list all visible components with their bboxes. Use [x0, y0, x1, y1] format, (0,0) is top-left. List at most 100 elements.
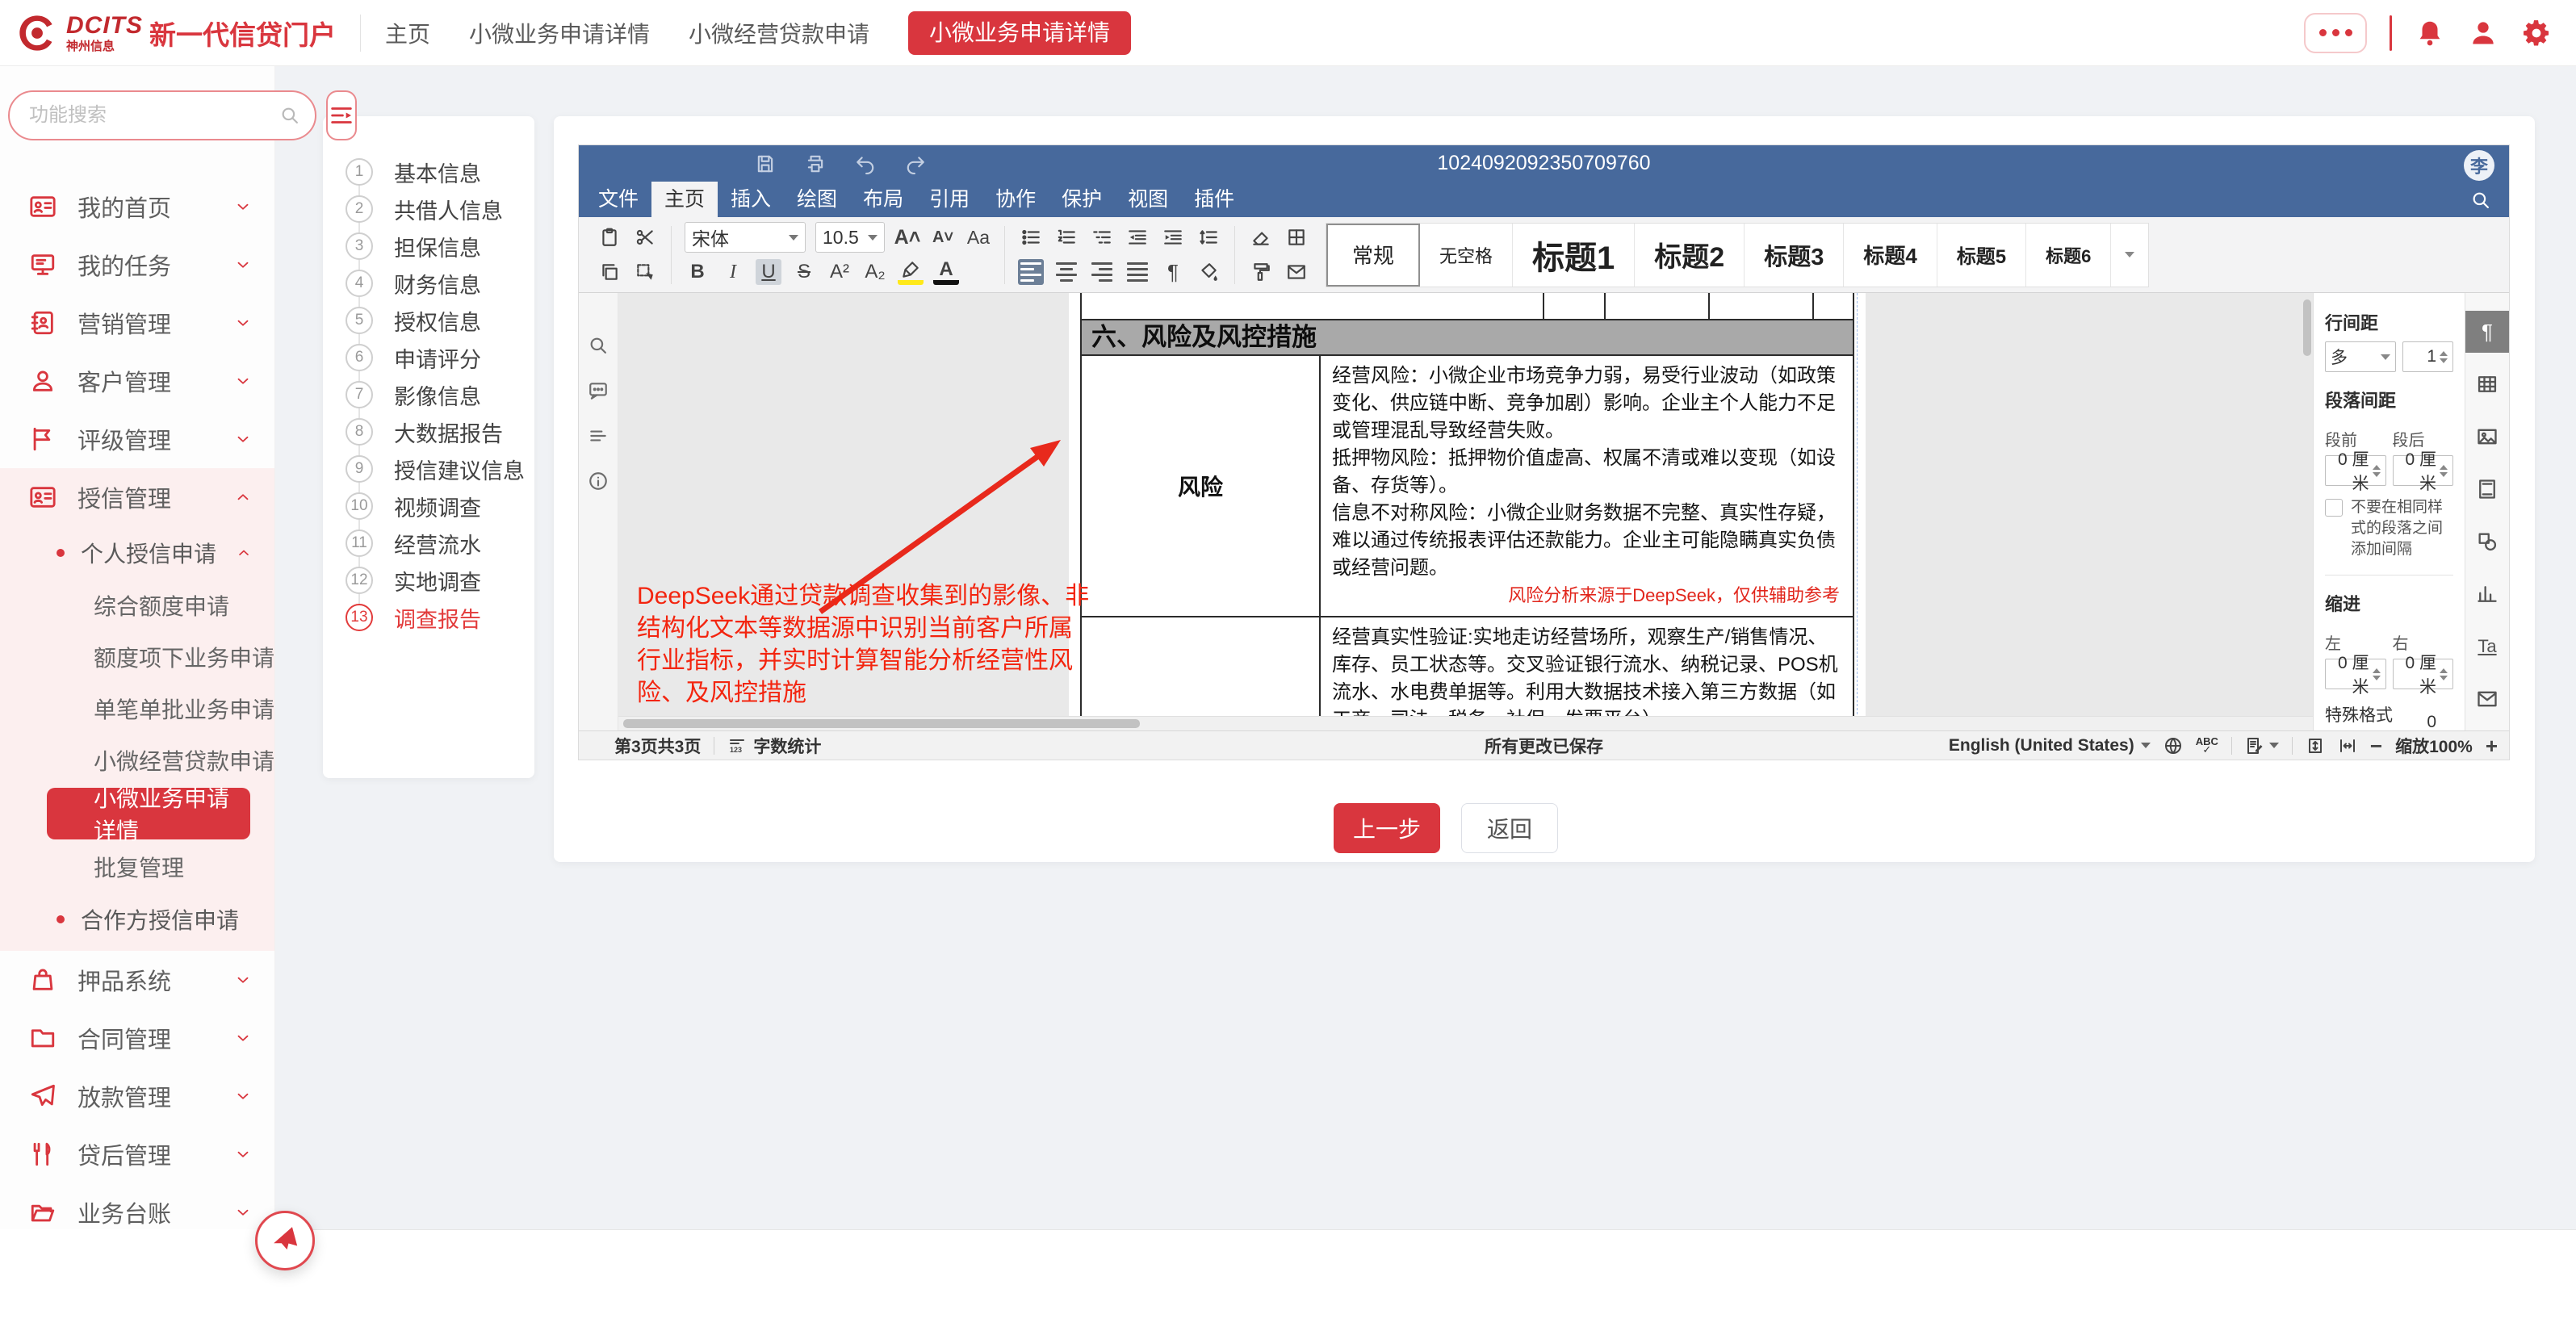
step-item-1[interactable]: 1基本信息 — [323, 153, 534, 190]
style-tile-无空格[interactable]: 无空格 — [1420, 224, 1513, 287]
underline-icon[interactable]: U — [756, 259, 781, 285]
sidebar-item[interactable]: 评级管理 — [0, 410, 274, 468]
indent-left-stepper[interactable]: 0 厘米 — [2325, 659, 2386, 689]
font-name-select[interactable]: 宋体 — [685, 222, 806, 253]
bullet-list-icon[interactable] — [1018, 224, 1044, 250]
user-icon[interactable] — [2468, 18, 2499, 48]
step-item-5[interactable]: 5授权信息 — [323, 302, 534, 339]
align-center-icon[interactable] — [1053, 259, 1079, 285]
multilevel-list-icon[interactable] — [1089, 224, 1115, 250]
headerfooter-panel-button[interactable] — [2465, 468, 2509, 510]
sidebar-leaf-item[interactable]: 批复管理 — [0, 841, 274, 893]
zoom-out-button[interactable]: − — [2370, 735, 2382, 756]
top-tab-2[interactable]: 小微业务申请详情 — [469, 17, 650, 49]
style-tile-标题5[interactable]: 标题5 — [1937, 224, 2026, 287]
style-gallery-expand[interactable] — [2111, 224, 2148, 287]
save-button[interactable] — [755, 153, 776, 174]
align-left-icon[interactable] — [1018, 259, 1044, 285]
highlight-color-icon[interactable] — [898, 259, 924, 285]
top-tab-4[interactable]: 小微业务申请详情 — [908, 11, 1131, 55]
sidebar-item[interactable]: 我的任务 — [0, 236, 274, 294]
step-item-13[interactable]: 13调查报告 — [323, 599, 534, 636]
step-item-9[interactable]: 9授信建议信息 — [323, 450, 534, 488]
italic-icon[interactable]: I — [720, 259, 746, 285]
word-count-button[interactable]: 123 字数统计 — [727, 734, 821, 758]
sidebar-leaf-item-active[interactable]: 小微业务申请详情 — [47, 788, 250, 839]
editor-tab-文件[interactable]: 文件 — [585, 182, 651, 217]
textart-panel-button[interactable]: Ta — [2465, 626, 2509, 668]
editor-tab-主页[interactable]: 主页 — [651, 182, 718, 217]
zoom-level[interactable]: 缩放100% — [2395, 734, 2473, 758]
change-case-icon[interactable]: Aa — [965, 224, 991, 250]
redo-button[interactable] — [905, 153, 926, 174]
sidebar-subitem[interactable]: 合作方授信申请 — [0, 893, 274, 946]
line-spacing-icon[interactable] — [1196, 224, 1221, 250]
superscript-icon[interactable]: A² — [827, 259, 852, 285]
line-spacing-select[interactable]: 多 — [2325, 341, 2396, 372]
editor-tab-布局[interactable]: 布局 — [850, 182, 916, 217]
no-gap-option[interactable]: 不要在相同样式的段落之间添加间隔 — [2325, 497, 2453, 560]
more-actions-button[interactable] — [2304, 13, 2367, 53]
eraser-icon[interactable] — [1248, 224, 1274, 250]
borders-icon[interactable] — [1284, 224, 1309, 250]
step-item-4[interactable]: 4财务信息 — [323, 265, 534, 302]
fit-page-icon[interactable] — [2306, 736, 2325, 755]
step-item-11[interactable]: 11经营流水 — [323, 525, 534, 562]
increase-indent-icon[interactable] — [1160, 224, 1186, 250]
find-icon[interactable] — [588, 335, 609, 356]
info-icon[interactable] — [588, 471, 609, 492]
strikethrough-icon[interactable]: S — [791, 259, 817, 285]
font-size-select[interactable]: 10.5 — [815, 222, 885, 253]
sidebar-item[interactable]: 我的首页 — [0, 178, 274, 236]
numbered-list-icon[interactable] — [1053, 224, 1079, 250]
editor-tab-插件[interactable]: 插件 — [1181, 182, 1247, 217]
step-item-2[interactable]: 2共借人信息 — [323, 190, 534, 228]
feedback-fab-button[interactable] — [255, 1211, 315, 1270]
grow-font-icon[interactable]: A˄ — [894, 224, 920, 250]
step-item-6[interactable]: 6申请评分 — [323, 339, 534, 376]
editor-tab-绘图[interactable]: 绘图 — [784, 182, 850, 217]
mail-panel-button[interactable] — [2465, 678, 2509, 720]
format-painter-icon[interactable] — [1248, 259, 1274, 285]
editor-tab-保护[interactable]: 保护 — [1049, 182, 1115, 217]
style-tile-标题6[interactable]: 标题6 — [2026, 224, 2111, 287]
sidebar-item[interactable]: 业务台账 — [0, 1183, 274, 1241]
image-panel-button[interactable] — [2465, 416, 2509, 458]
step-item-7[interactable]: 7影像信息 — [323, 376, 534, 413]
sidebar-item[interactable]: 合同管理 — [0, 1009, 274, 1067]
top-tab-1[interactable]: 主页 — [385, 17, 430, 49]
style-tile-标题1[interactable]: 标题1 — [1513, 224, 1635, 287]
print-button[interactable] — [805, 153, 826, 174]
editor-search-icon[interactable] — [2470, 190, 2491, 211]
style-tile-标题3[interactable]: 标题3 — [1745, 224, 1844, 287]
style-tile-标题4[interactable]: 标题4 — [1844, 224, 1937, 287]
globe-icon[interactable] — [2163, 736, 2183, 755]
editor-tab-协作[interactable]: 协作 — [982, 182, 1049, 217]
justify-icon[interactable] — [1125, 259, 1150, 285]
step-item-8[interactable]: 8大数据报告 — [323, 413, 534, 450]
sidebar-subitem[interactable]: 个人授信申请 — [0, 526, 274, 580]
pilcrow-panel-button[interactable]: ¶ — [2465, 311, 2509, 353]
before-stepper[interactable]: 0 厘米 — [2325, 455, 2386, 486]
sidebar-item[interactable]: 押品系统 — [0, 951, 274, 1009]
style-tile-标题2[interactable]: 标题2 — [1635, 224, 1745, 287]
shading-icon[interactable] — [1196, 259, 1221, 285]
line-spacing-stepper[interactable]: 1 — [2402, 341, 2453, 372]
sidebar-item[interactable]: 授信管理 — [0, 468, 274, 526]
gear-icon[interactable] — [2521, 18, 2552, 48]
sidebar-leaf-item[interactable]: 单笔单批业务申请 — [0, 683, 274, 735]
prev-step-button[interactable]: 上一步 — [1334, 803, 1440, 853]
step-item-12[interactable]: 12实地调查 — [323, 562, 534, 599]
sidebar-leaf-item[interactable]: 综合额度申请 — [0, 580, 274, 631]
subscript-icon[interactable]: A₂ — [862, 259, 888, 285]
spellcheck-icon[interactable]: ABC✓ — [2196, 738, 2218, 754]
function-search-field[interactable] — [8, 90, 316, 140]
shapes-panel-button[interactable] — [2465, 521, 2509, 563]
no-gap-checkbox[interactable] — [2325, 499, 2343, 517]
align-right-icon[interactable] — [1089, 259, 1115, 285]
step-item-3[interactable]: 3担保信息 — [323, 228, 534, 265]
navigation-icon[interactable] — [588, 425, 609, 446]
vertical-scrollbar[interactable] — [2303, 299, 2311, 356]
chart-panel-button[interactable] — [2465, 573, 2509, 615]
paste-icon[interactable] — [597, 224, 622, 250]
